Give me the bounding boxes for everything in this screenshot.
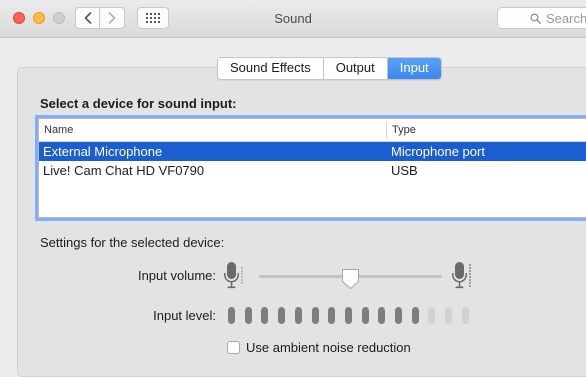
input-level-segment — [278, 307, 285, 324]
input-level-segment — [462, 307, 469, 324]
microphone-low-icon — [224, 262, 243, 289]
input-level-segment — [395, 307, 402, 324]
tab-content-panel — [17, 67, 586, 377]
input-level-segment — [261, 307, 268, 324]
table-row[interactable]: Live! Cam Chat HD VF0790 USB — [39, 161, 586, 180]
noise-reduction-checkbox[interactable] — [227, 341, 240, 354]
device-name-cell: Live! Cam Chat HD VF0790 — [43, 163, 205, 178]
input-level-segment — [245, 307, 252, 324]
device-name-cell: External Microphone — [43, 144, 163, 159]
input-level-segment — [445, 307, 452, 324]
tab-sound-effects[interactable]: Sound Effects — [218, 58, 324, 79]
column-divider[interactable] — [386, 122, 387, 138]
input-volume-label: Input volume: — [137, 268, 216, 283]
input-level-segment — [328, 307, 335, 324]
input-device-table[interactable]: Name Type External Microphone Microphone… — [38, 118, 586, 218]
input-volume-slider-thumb[interactable] — [341, 268, 360, 290]
input-level-segment — [412, 307, 419, 324]
input-level-segment — [228, 307, 235, 324]
tab-output[interactable]: Output — [323, 58, 388, 79]
device-type-cell: USB — [391, 163, 418, 178]
input-level-segment — [345, 307, 352, 324]
input-level-segment — [312, 307, 319, 324]
table-header: Name Type — [39, 119, 586, 142]
settings-heading: Settings for the selected device: — [40, 235, 225, 250]
table-row[interactable]: External Microphone Microphone port — [39, 142, 586, 161]
microphone-high-icon — [452, 262, 471, 289]
column-header-name[interactable]: Name — [44, 124, 73, 136]
search-icon — [530, 13, 541, 24]
input-level-segment — [428, 307, 435, 324]
device-type-cell: Microphone port — [391, 144, 485, 159]
input-level-segment — [295, 307, 302, 324]
input-level-segment — [362, 307, 369, 324]
input-level-segment — [378, 307, 385, 324]
tab-bar: Sound Effects Output Input — [217, 57, 442, 80]
noise-reduction-option[interactable]: Use ambient noise reduction — [227, 340, 411, 355]
noise-reduction-label[interactable]: Use ambient noise reduction — [246, 340, 411, 355]
tab-input[interactable]: Input — [387, 58, 441, 79]
search-input[interactable] — [546, 10, 586, 26]
column-header-type[interactable]: Type — [392, 124, 416, 136]
search-field[interactable] — [497, 7, 586, 29]
device-list-heading: Select a device for sound input: — [40, 96, 237, 111]
title-bar: Sound — [0, 0, 586, 38]
input-level-label: Input level: — [153, 308, 216, 323]
